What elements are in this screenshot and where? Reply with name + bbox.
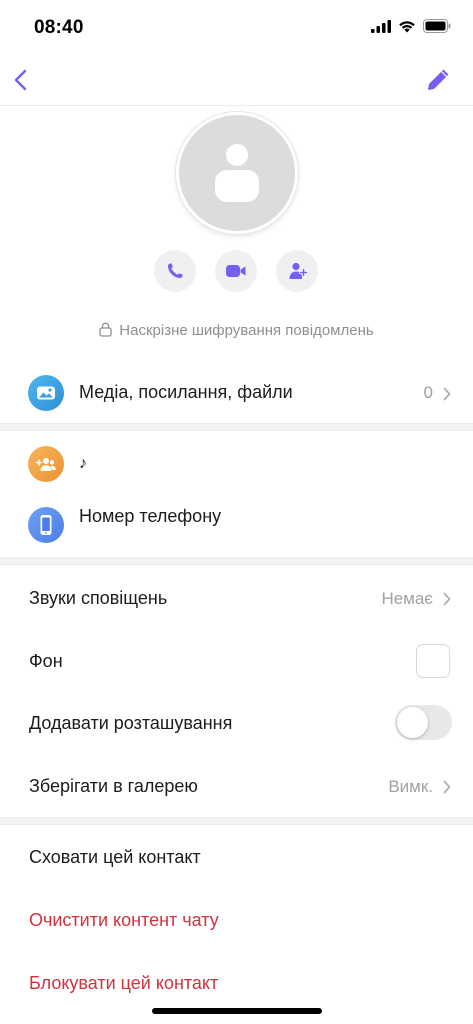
add-person-icon: [289, 262, 308, 279]
video-camera-icon: [226, 265, 246, 277]
block-contact-row[interactable]: Блокувати цей контакт: [0, 959, 473, 1007]
nav-bar: [0, 56, 473, 106]
status-bar: 08:40: [0, 0, 473, 56]
add-participant-button[interactable]: [276, 250, 318, 292]
section-separator: [0, 817, 473, 825]
background-row[interactable]: Фон: [0, 637, 473, 685]
notification-sounds-value: Немає: [381, 589, 433, 608]
section-separator: [0, 557, 473, 565]
background-preview[interactable]: [416, 644, 450, 678]
group-icon-wrap: [28, 446, 64, 482]
clear-chat-row[interactable]: Очистити контент чату: [0, 896, 473, 944]
phone-icon-wrap: [28, 507, 64, 543]
person-placeholder-icon: [215, 144, 259, 202]
save-to-gallery-row[interactable]: Зберігати в галерею Вимк.: [0, 762, 473, 810]
chevron-right-icon: [443, 780, 451, 794]
add-location-toggle[interactable]: [395, 705, 452, 740]
pencil-icon: [428, 69, 449, 90]
media-icon-wrap: [28, 375, 64, 411]
encryption-text: Наскрізне шифрування повідомлень: [119, 322, 374, 339]
chevron-right-icon: [443, 387, 451, 401]
video-call-button[interactable]: [215, 250, 257, 292]
smartphone-icon: [40, 515, 52, 535]
hide-contact-label: Сховати цей контакт: [29, 847, 201, 867]
battery-icon: [423, 19, 451, 33]
media-count: 0: [423, 383, 433, 402]
media-label: Медіа, посилання, файли: [79, 382, 293, 402]
action-row: [154, 250, 318, 292]
status-icons: [371, 19, 451, 33]
background-label: Фон: [29, 651, 63, 671]
chevron-left-icon: [14, 69, 27, 91]
wifi-icon: [399, 20, 415, 32]
phone-icon: [168, 263, 183, 278]
encryption-notice: Наскрізне шифрування повідомлень: [0, 322, 473, 339]
call-button[interactable]: [154, 250, 196, 292]
status-time: 08:40: [34, 17, 84, 38]
gallery-icon: [37, 386, 55, 400]
contact-name: ♪: [79, 455, 87, 472]
section-separator: [0, 423, 473, 431]
back-button[interactable]: [9, 65, 39, 95]
group-icon: [35, 458, 56, 471]
add-location-label: Додавати розташування: [29, 713, 233, 733]
phone-number-label: Номер телефону: [79, 506, 222, 526]
hide-contact-row[interactable]: Сховати цей контакт: [0, 833, 473, 881]
add-location-row: Додавати розташування: [0, 699, 473, 747]
home-indicator: [152, 1008, 322, 1014]
media-links-files-row[interactable]: Медіа, посилання, файли 0: [0, 366, 473, 420]
save-to-gallery-label: Зберігати в галерею: [29, 776, 198, 796]
contact-name-row: ♪: [0, 441, 473, 491]
lock-icon: [99, 322, 112, 337]
block-contact-label: Блокувати цей контакт: [29, 973, 219, 993]
save-to-gallery-value: Вимк.: [388, 777, 433, 796]
phone-number-row[interactable]: Номер телефону: [0, 503, 473, 551]
contact-avatar: [176, 112, 298, 234]
chevron-right-icon: [443, 592, 451, 606]
edit-button[interactable]: [423, 65, 453, 95]
signal-icon: [371, 19, 391, 33]
toggle-knob: [397, 707, 428, 738]
notification-sounds-row[interactable]: Звуки сповіщень Немає: [0, 574, 473, 622]
clear-chat-label: Очистити контент чату: [29, 910, 219, 930]
notification-sounds-label: Звуки сповіщень: [29, 588, 168, 608]
